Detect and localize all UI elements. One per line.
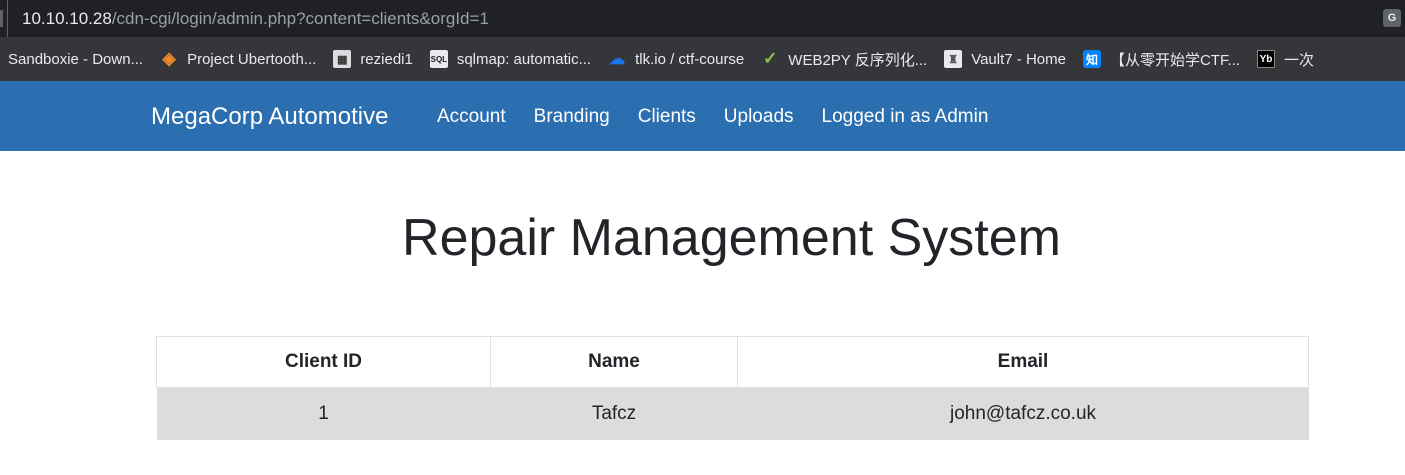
main-navbar: MegaCorp Automotive Account Branding Cli…	[0, 81, 1405, 151]
cell-client-id: 1	[156, 387, 491, 440]
zhihu-icon: 知	[1082, 50, 1101, 68]
bookmark-sandboxie[interactable]: Sandboxie - Down...	[0, 37, 152, 81]
yd-icon: Yb	[1256, 50, 1275, 68]
bookmark-web2py[interactable]: ✓ WEB2PY 反序列化...	[753, 37, 936, 81]
nav-clients[interactable]: Clients	[638, 106, 696, 128]
nav-logged-in-as[interactable]: Logged in as Admin	[822, 106, 989, 128]
bookmark-yd[interactable]: Yb 一次	[1249, 37, 1323, 81]
nav-branding[interactable]: Branding	[534, 106, 610, 128]
bookmark-tlkio[interactable]: ☁ tlk.io / ctf-course	[600, 37, 753, 81]
checkmark-icon: ✓	[763, 49, 778, 68]
clients-table: Client ID Name Email 1 Tafcz john@tafcz.…	[156, 336, 1309, 440]
translate-icon[interactable]: G	[1383, 9, 1401, 27]
sql-icon: SQL	[429, 50, 448, 68]
bookmark-label: 【从零开始学CTF...	[1109, 51, 1240, 69]
bookmark-label: 一次	[1283, 51, 1314, 69]
diamond-icon: ◈	[162, 49, 176, 68]
bookmark-sqlmap[interactable]: SQL sqlmap: automatic...	[422, 37, 600, 81]
bookmark-label: Project Ubertooth...	[187, 50, 317, 68]
bookmark-ubertooth[interactable]: ◈ Project Ubertooth...	[152, 37, 325, 81]
cloud-icon: ☁	[609, 51, 626, 68]
bookmark-label: WEB2PY 反序列化...	[788, 51, 928, 69]
nav-account[interactable]: Account	[437, 106, 506, 128]
bookmark-label: Vault7 - Home	[971, 50, 1066, 68]
page-icon: ▦	[333, 50, 352, 68]
url-host: 10.10.10.28	[22, 8, 112, 28]
bookmark-vault7[interactable]: ♜ Vault7 - Home	[936, 37, 1075, 81]
page-title: Repair Management System	[402, 209, 1061, 267]
nav-uploads[interactable]: Uploads	[724, 106, 794, 128]
table-row: 1 Tafcz john@tafcz.co.uk	[156, 387, 1309, 440]
bookmark-label: reziedi1	[360, 50, 413, 68]
bookmark-reziedi1[interactable]: ▦ reziedi1	[325, 37, 422, 81]
vault-icon: ♜	[944, 50, 963, 68]
header-name: Name	[490, 336, 738, 388]
cell-name: Tafcz	[490, 387, 738, 440]
bookmarks-bar: Sandboxie - Down... ◈ Project Ubertooth.…	[0, 37, 1405, 81]
bookmark-label: tlk.io / ctf-course	[635, 50, 745, 68]
address-bar-edge	[0, 0, 8, 37]
nav-links: Account Branding Clients Uploads Logged …	[437, 106, 1016, 128]
url-path: /cdn-cgi/login/admin.php?content=clients…	[111, 8, 489, 28]
bookmark-zhihu[interactable]: 知 【从零开始学CTF...	[1075, 37, 1249, 81]
table-header-row: Client ID Name Email	[156, 336, 1309, 388]
url-field[interactable]: 10.10.10.28/cdn-cgi/login/admin.php?cont…	[22, 9, 489, 29]
header-client-id: Client ID	[156, 336, 491, 388]
bookmark-label: Sandboxie - Down...	[8, 50, 144, 68]
header-email: Email	[737, 336, 1309, 388]
address-bar[interactable]: 10.10.10.28/cdn-cgi/login/admin.php?cont…	[0, 0, 1405, 37]
bookmark-label: sqlmap: automatic...	[456, 50, 592, 68]
brand-link[interactable]: MegaCorp Automotive	[151, 103, 388, 131]
cell-email: john@tafcz.co.uk	[737, 387, 1309, 440]
